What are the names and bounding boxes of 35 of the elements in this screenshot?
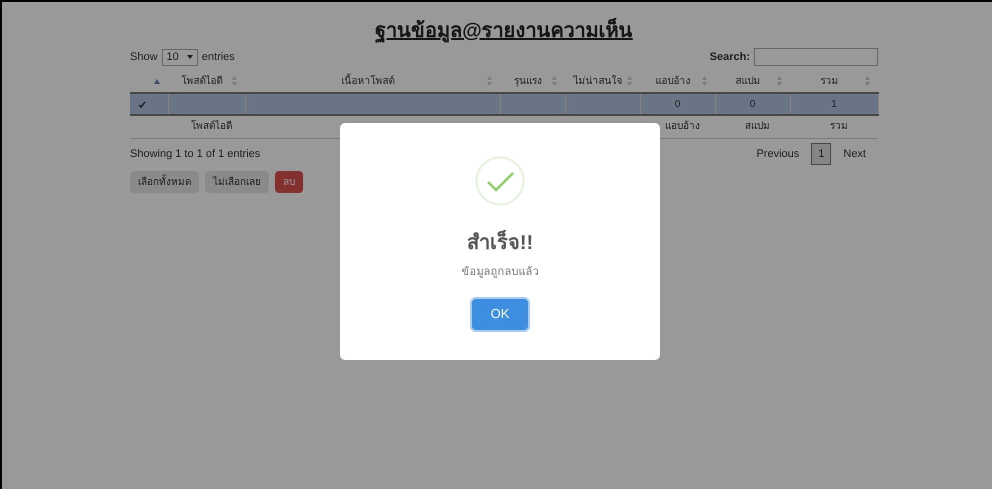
caret-icon (186, 55, 193, 59)
sort-icon (865, 76, 870, 86)
sort-ascending-icon (154, 78, 160, 84)
table-info: Showing 1 to 1 of 1 entries (130, 146, 260, 162)
sort-icon (487, 76, 492, 86)
success-check-icon (475, 156, 525, 206)
sort-icon (627, 76, 632, 86)
sort-icon (232, 76, 237, 86)
previous-link[interactable]: Previous (752, 146, 804, 162)
dialog-title: สำเร็จ!! (466, 228, 534, 258)
search-field[interactable] (754, 48, 878, 66)
action-button[interactable]: ลบ (275, 171, 303, 193)
show-label: Show (130, 50, 158, 65)
entries-label: entries (202, 50, 235, 65)
footer-cell: สแปม (715, 115, 790, 138)
table-cell: 0 (640, 93, 715, 115)
dialog-message: ข้อมูลถูกลบแล้ว (462, 265, 538, 280)
table-cell: 1 (790, 93, 878, 115)
table-row[interactable]: 0 0 1 (130, 93, 878, 115)
next-link[interactable]: Next (839, 146, 870, 162)
check-icon (138, 100, 146, 108)
action-button[interactable]: เลือกทั้งหมด (130, 171, 199, 193)
action-button[interactable]: ไม่เลือกเลย (205, 171, 269, 193)
sort-icon (702, 76, 707, 86)
page-title: ฐานข้อมูล@รายงานความเห็น (375, 16, 633, 46)
sort-icon (552, 76, 557, 86)
page-link[interactable]: 1 (811, 142, 832, 165)
search-label: Search: (710, 50, 750, 65)
footer-cell: แอบอ้าง (640, 115, 715, 138)
sort-icon (777, 76, 782, 86)
ok-button[interactable]: OK (472, 298, 528, 330)
footer-cell: โพสต์ไอดี (168, 115, 245, 138)
entries-select[interactable]: 10 (162, 48, 198, 66)
table-cell: 0 (715, 93, 790, 115)
footer-cell: รวม (790, 115, 878, 138)
